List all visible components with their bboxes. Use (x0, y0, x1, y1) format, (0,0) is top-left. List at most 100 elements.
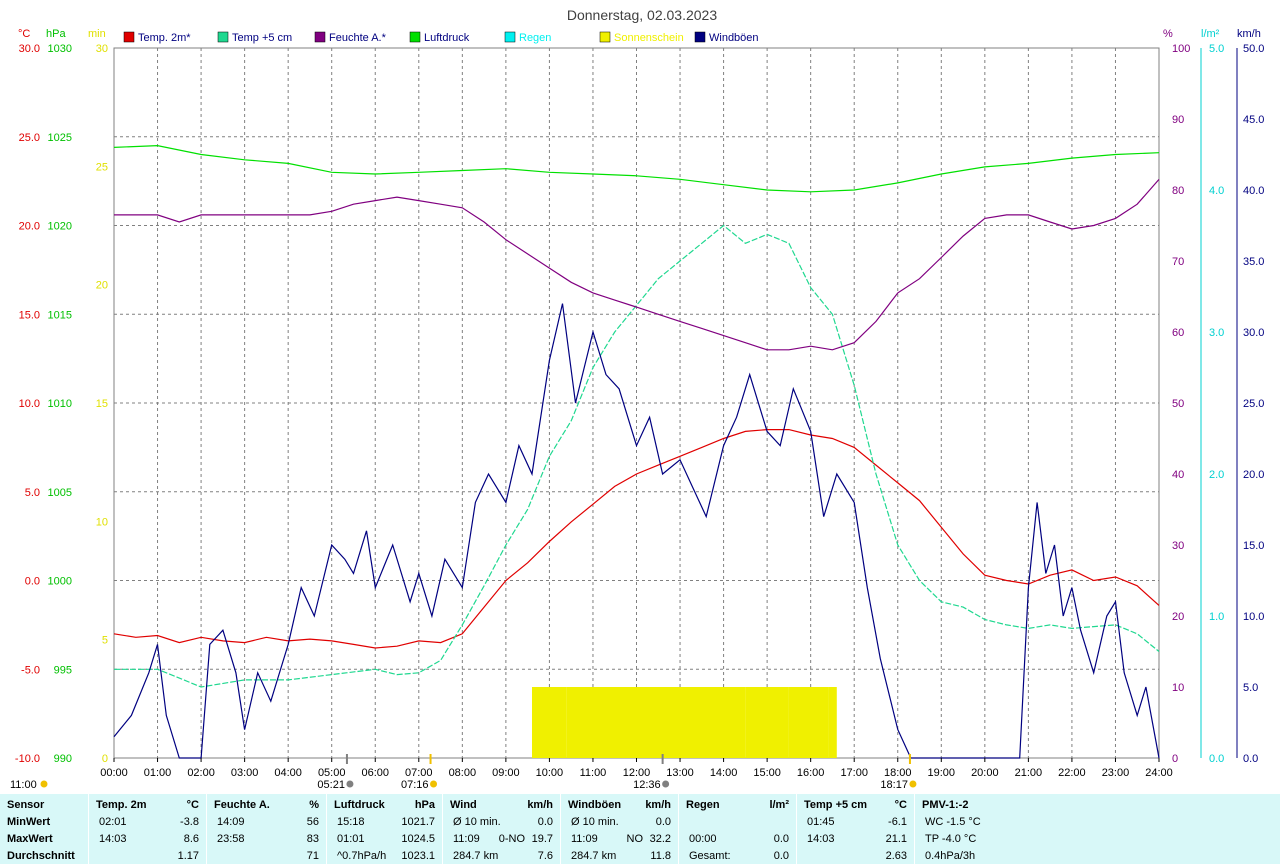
x-tick-label: 00:00 (100, 767, 128, 779)
footer-column: Windböen km/h Ø 10 min. 0.0 11:09 NO 32.2 284.7… (560, 794, 679, 864)
x-tick-label: 18:00 (884, 767, 912, 779)
footer-header-label: Luftdruck (334, 799, 385, 811)
footer-cell-value: -6.1 (888, 816, 907, 828)
footer-column: Wind km/h Ø 10 min. 0.0 11:09 0-NO 19.7 284.7 k… (442, 794, 561, 864)
percent-unit-label: % (1163, 28, 1173, 40)
percent-tick-label: 30 (1172, 540, 1184, 552)
marker-dot (909, 780, 917, 788)
percent-tick-label: 60 (1172, 327, 1184, 339)
x-tick-label: 21:00 (1015, 767, 1043, 779)
footer-cell-label: Durchschnitt (7, 850, 75, 862)
x-tick-label: 10:00 (536, 767, 564, 779)
x-tick-label: 12:00 (623, 767, 651, 779)
pressure-tick-label: 1005 (48, 487, 72, 499)
footer-cell-value: 1021.7 (401, 816, 435, 828)
legend-item: Luftdruck (409, 31, 470, 44)
footer-cell-label: 11:09 (453, 833, 480, 845)
sun-tick-label: 20 (96, 280, 108, 292)
footer-column: Temp +5 cm °C 01:45 -6.1 14:03 21.1 2.63 (796, 794, 915, 864)
legend-swatch (217, 31, 229, 43)
footer-cell-value: 7.6 (537, 850, 553, 862)
x-tick-label: 23:00 (1102, 767, 1130, 779)
footer-cell-value: 1.17 (177, 850, 199, 862)
x-tick-label: 13:00 (666, 767, 694, 779)
footer-cell-value: 0.0 (773, 833, 789, 845)
x-tick-label: 15:00 (753, 767, 781, 779)
wind-tick-label: 30.0 (1243, 327, 1264, 339)
sunshine-bar (828, 687, 837, 758)
footer-column: Sensor MinWert MaxWert Durchschnitt (0, 794, 88, 864)
footer-header-unit: % (309, 799, 319, 811)
footer-cell-label: Ø 10 min. (453, 816, 501, 828)
footer-column-header: Regen l/m² (679, 797, 797, 814)
footer-cell-value: 1023.1 (401, 850, 435, 862)
wind-tick-label: 35.0 (1243, 256, 1264, 268)
sun-tick-label: 5 (102, 635, 108, 647)
temp-unit-label: °C (18, 28, 30, 40)
legend-swatch (504, 31, 516, 43)
x-tick-label: 02:00 (187, 767, 215, 779)
rain-tick-label: 2.0 (1209, 469, 1224, 481)
sun-tick-label: 30 (96, 43, 108, 55)
marker-label: 18:17 (880, 779, 908, 791)
x-tick-label: 03:00 (231, 767, 259, 779)
pressure-tick-label: 995 (54, 664, 72, 676)
footer-cell-label: 23:58 (217, 833, 245, 845)
wind-tick-label: 45.0 (1243, 114, 1264, 126)
footer-cell-label: 02:01 (99, 816, 127, 828)
footer-row: WC -1.5 °C (915, 814, 1035, 831)
percent-tick-label: 20 (1172, 611, 1184, 623)
footer-column-header: Windböen km/h (561, 797, 679, 814)
rain-tick-label: 0.0 (1209, 753, 1224, 765)
x-tick-label: 06:00 (361, 767, 389, 779)
legend-label: Temp +5 cm (232, 32, 292, 44)
footer-row: Ø 10 min. 0.0 (561, 814, 679, 831)
marker-label: 05:21 (317, 779, 345, 791)
footer-cell-label: Gesamt: (689, 850, 731, 862)
footer-header-label: Regen (686, 799, 720, 811)
footer-cell-label: MinWert (7, 816, 51, 828)
sunshine-bar (788, 687, 829, 758)
pressure-tick-label: 1010 (48, 398, 72, 410)
marker-label: 12:36 (633, 779, 661, 791)
percent-tick-label: 70 (1172, 256, 1184, 268)
footer-column: Temp. 2m °C 02:01 -3.8 14:03 8.6 1.17 (88, 794, 207, 864)
pressure-tick-label: 1020 (48, 221, 72, 233)
rain-tick-label: 5.0 (1209, 43, 1224, 55)
sunshine-bar (566, 687, 746, 758)
wind-tick-label: 25.0 (1243, 398, 1264, 410)
corner-label: 11:00 (10, 779, 37, 791)
sunshine-bar (745, 687, 789, 758)
rain-tick-label: 4.0 (1209, 185, 1224, 197)
footer-row: MaxWert (0, 831, 88, 848)
footer-row: 01:45 -6.1 (797, 814, 915, 831)
footer-header-label: Feuchte A. (214, 799, 270, 811)
wind-tick-label: 0.0 (1243, 753, 1258, 765)
footer-row: 00:00 0.0 (679, 831, 797, 848)
sun-tick-label: 0 (102, 753, 108, 765)
footer-cell-label: 14:03 (807, 833, 835, 845)
footer-cell-label: WC -1.5 °C (925, 816, 981, 828)
footer-row: 284.7 km 11.8 (561, 848, 679, 865)
footer-cell-value: -3.8 (180, 816, 199, 828)
footer-cell-value: 19.7 (531, 833, 553, 845)
footer-column-header: Wind km/h (443, 797, 561, 814)
legend-swatch (694, 31, 706, 43)
footer-column: Feuchte A.% 14:09 56 23:58 83 71 (206, 794, 327, 864)
footer-row: 11:09 NO 32.2 (561, 831, 679, 848)
footer-column-header: Temp. 2m °C (89, 797, 207, 814)
footer-header-label: Sensor (7, 799, 45, 811)
footer-cell-label: 01:45 (807, 816, 835, 828)
temp-tick-label: 10.0 (19, 398, 40, 410)
percent-tick-label: 0 (1172, 753, 1178, 765)
footer-cell-label: TP -4.0 °C (925, 833, 977, 845)
percent-tick-label: 50 (1172, 398, 1184, 410)
marker-label: 07:16 (401, 779, 429, 791)
footer-cell-value: 21.1 (885, 833, 907, 845)
footer-header-label: Temp. 2m (96, 799, 147, 811)
footer-row: TP -4.0 °C (915, 831, 1035, 848)
footer-row: ^0.7hPa/h 1023.1 (327, 848, 443, 865)
footer-cell-value: 2.63 (885, 850, 907, 862)
rain-unit-label: l/m² (1201, 28, 1220, 40)
legend-label: Regen (519, 32, 551, 44)
